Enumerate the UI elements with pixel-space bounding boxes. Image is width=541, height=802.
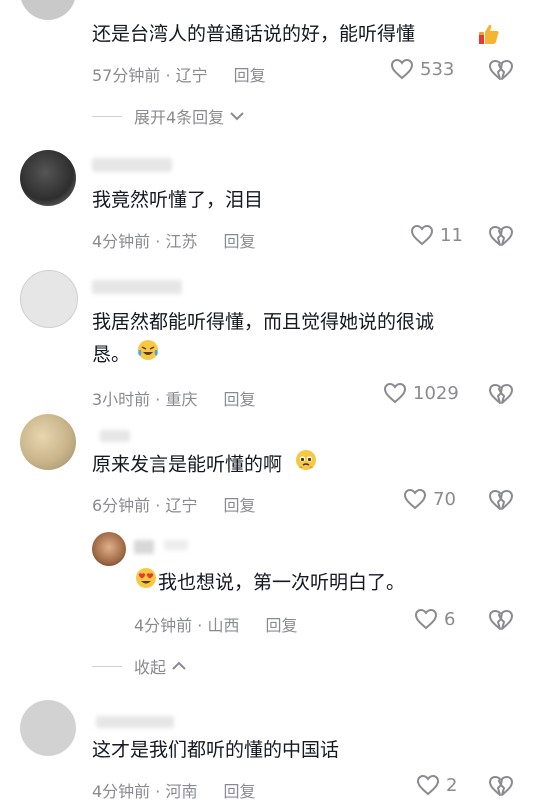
like-button[interactable]: 1029: [383, 382, 459, 404]
comment-meta: 3小时前 · 重庆 回复: [92, 386, 255, 410]
divider-line: [92, 115, 122, 117]
comment-text: 我竟然听懂了，泪目: [92, 189, 264, 211]
like-count: 11: [440, 224, 463, 246]
reply-meta: 4分钟前 · 山西 回复: [134, 612, 297, 636]
avatar[interactable]: [20, 270, 78, 328]
broken-heart-icon: [489, 384, 513, 404]
dislike-button[interactable]: [488, 383, 514, 409]
heart-icon: [403, 488, 427, 510]
heart-eyes-emoji-icon: [134, 566, 158, 600]
comment-text-line2: 恳。: [92, 338, 160, 372]
reply-button[interactable]: 回复: [223, 390, 255, 409]
like-button[interactable]: 70: [403, 488, 456, 510]
collapse-label: 收起: [134, 658, 167, 677]
reply-button[interactable]: 回复: [223, 232, 255, 251]
reply-button[interactable]: 回复: [265, 616, 297, 635]
like-count: 2: [446, 774, 458, 796]
comment-text: 还是台湾人的普通话说的好，能听得懂: [92, 23, 416, 45]
expand-replies-button[interactable]: 展开4条回复: [92, 104, 246, 128]
username-blurred: [100, 430, 130, 442]
comment-meta: 57分钟前 · 辽宁 回复: [92, 62, 266, 86]
reply-button[interactable]: 回复: [223, 782, 255, 801]
like-button[interactable]: 2: [416, 774, 457, 796]
dislike-button[interactable]: [488, 59, 514, 85]
username-blurred: [92, 280, 182, 294]
like-count: 70: [433, 488, 456, 510]
time-location: 6分钟前 · 辽宁: [92, 496, 198, 515]
comment-meta: 6分钟前 · 辽宁 回复: [92, 492, 255, 516]
comment-meta: 4分钟前 · 河南 回复: [92, 778, 255, 802]
time-location: 4分钟前 · 山西: [134, 616, 240, 635]
comment-meta: 4分钟前 · 江苏 回复: [92, 228, 255, 252]
dislike-button[interactable]: [488, 225, 514, 251]
avatar[interactable]: [20, 414, 76, 470]
broken-heart-icon: [489, 60, 513, 80]
username-blurred: [164, 540, 188, 550]
broken-heart-icon: [489, 610, 513, 630]
time-location: 4分钟前 · 河南: [92, 782, 198, 801]
like-count: 533: [420, 58, 455, 80]
like-button[interactable]: 11: [410, 224, 463, 246]
reply-button[interactable]: 回复: [234, 66, 266, 85]
heart-icon: [414, 608, 438, 630]
dislike-button[interactable]: [488, 775, 514, 801]
time-location: 3小时前 · 重庆: [92, 390, 198, 409]
dislike-button[interactable]: [488, 489, 514, 515]
avatar[interactable]: [20, 150, 76, 206]
dislike-button[interactable]: [488, 609, 514, 635]
like-button[interactable]: 533: [390, 58, 454, 80]
heart-icon: [410, 224, 434, 246]
chevron-down-icon: [230, 112, 244, 121]
avatar[interactable]: [20, 700, 76, 756]
chevron-up-icon: [172, 661, 186, 670]
like-count: 6: [444, 608, 456, 630]
broken-heart-icon: [489, 776, 513, 796]
expand-label: 展开4条回复: [134, 108, 225, 127]
avatar[interactable]: [20, 0, 76, 20]
crying-laughing-emoji-icon: [136, 338, 160, 372]
reply-text: 我也想说，第一次听明白了。: [134, 566, 405, 600]
comment-text-line1: 我居然都能听得懂，而且觉得她说的很诚: [92, 311, 435, 333]
avatar[interactable]: [92, 532, 126, 566]
username-blurred: [96, 716, 174, 728]
collapse-replies-button[interactable]: 收起: [92, 654, 188, 678]
heart-icon: [416, 774, 440, 796]
pleading-face-emoji-icon: [294, 448, 318, 482]
heart-icon: [383, 382, 407, 404]
time-location: 57分钟前 · 辽宁: [92, 66, 208, 85]
like-button[interactable]: 6: [414, 608, 455, 630]
username-blurred: [134, 540, 154, 554]
thumbs-up-emoji-icon: [477, 22, 501, 50]
heart-icon: [390, 58, 414, 80]
username-blurred: [92, 158, 172, 172]
like-count: 1029: [413, 382, 459, 404]
comment-text: 这才是我们都听的懂的中国话: [92, 739, 340, 761]
reply-button[interactable]: 回复: [223, 496, 255, 515]
broken-heart-icon: [489, 490, 513, 510]
time-location: 4分钟前 · 江苏: [92, 232, 198, 251]
broken-heart-icon: [489, 226, 513, 246]
comment-text: 原来发言是能听懂的啊: [92, 448, 318, 482]
divider-line: [92, 665, 122, 667]
